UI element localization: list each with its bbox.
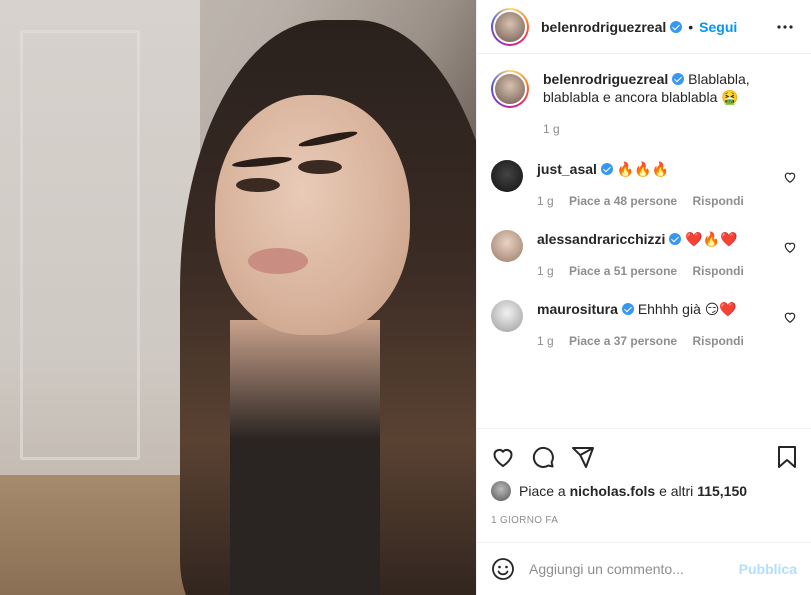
reply-button[interactable]: Rispondi (692, 334, 743, 348)
comment-heart-icon[interactable] (783, 240, 797, 254)
comment-time[interactable]: 1 g (537, 264, 554, 278)
liker-avatar[interactable] (491, 481, 511, 501)
action-bar (491, 437, 797, 477)
verified-icon (672, 73, 685, 85)
comment-time[interactable]: 1 g (537, 194, 554, 208)
comment-input[interactable] (529, 561, 739, 577)
comment-likes[interactable]: Piace a 51 persone (569, 264, 677, 278)
comment-item: maurositura Ehhhh già 😏❤️ 1 g Piace a 37… (491, 300, 797, 350)
post-side-panel: belenrodriguezreal • Segui belenrodrigue… (476, 0, 811, 595)
likes-count[interactable]: 115,150 (697, 483, 747, 499)
verified-icon (669, 233, 682, 245)
post-photo[interactable] (0, 0, 476, 595)
likes-summary: Piace a nicholas.fols e altri 115,150 (491, 481, 797, 501)
comment-time[interactable]: 1 g (537, 334, 554, 348)
comment-icon[interactable] (531, 437, 571, 477)
post-caption: belenrodriguezreal Blablabla, blablabla … (491, 70, 797, 138)
likes-middle: e altri (659, 483, 694, 499)
bookmark-icon[interactable] (757, 437, 797, 477)
comment-username[interactable]: maurositura (537, 301, 618, 317)
comment-text: 🔥🔥🔥 (616, 161, 670, 177)
photo-floor (0, 475, 200, 595)
comment-username[interactable]: alessandraricchizzi (537, 231, 665, 247)
verified-icon (670, 20, 683, 33)
comment-text: ❤️🔥❤️ (685, 231, 738, 247)
reply-button[interactable]: Rispondi (692, 194, 743, 208)
emoji-icon[interactable] (491, 557, 515, 581)
comment-heart-icon[interactable] (783, 170, 797, 184)
comment-likes[interactable]: Piace a 37 persone (569, 334, 677, 348)
caption-username[interactable]: belenrodriguezreal (543, 71, 668, 87)
commenter-avatar[interactable] (491, 230, 523, 262)
photo-neck (230, 320, 380, 595)
verified-icon (621, 303, 634, 315)
publish-button[interactable]: Pubblica (739, 561, 797, 577)
caption-time[interactable]: 1 g (543, 122, 560, 136)
author-avatar[interactable] (491, 70, 529, 108)
reply-button[interactable]: Rispondi (692, 264, 743, 278)
likes-prefix: Piace a (519, 483, 566, 499)
liker-username[interactable]: nicholas.fols (570, 483, 656, 499)
photo-door (20, 30, 140, 460)
comment-likes[interactable]: Piace a 48 persone (569, 194, 677, 208)
add-comment-bar: Pubblica (477, 542, 811, 595)
photo-face (215, 95, 410, 335)
author-avatar[interactable] (491, 7, 529, 46)
comments-list[interactable]: belenrodriguezreal Blablabla, blablabla … (477, 54, 811, 428)
photo-lips (248, 248, 308, 274)
comment-heart-icon[interactable] (783, 310, 797, 324)
commenter-avatar[interactable] (491, 300, 523, 332)
post-date[interactable]: 1 GIORNO FA (491, 515, 797, 526)
comment-item: alessandraricchizzi ❤️🔥❤️ 1 g Piace a 51… (491, 230, 797, 280)
comment-text: Ehhhh già 😏❤️ (637, 301, 737, 317)
more-icon[interactable] (773, 15, 797, 39)
post-header: belenrodriguezreal • Segui (477, 0, 811, 54)
commenter-avatar[interactable] (491, 160, 523, 192)
heart-icon[interactable] (491, 437, 531, 477)
post-dialog: belenrodriguezreal • Segui belenrodrigue… (0, 0, 811, 595)
photo-eye (236, 178, 280, 192)
comment-item: just_asal 🔥🔥🔥 1 g Piace a 48 persone Ris… (491, 160, 797, 210)
share-icon[interactable] (571, 437, 611, 477)
separator-dot: • (688, 18, 694, 35)
verified-icon (600, 163, 613, 175)
comment-username[interactable]: just_asal (537, 161, 597, 177)
author-username[interactable]: belenrodriguezreal (541, 19, 666, 35)
follow-button[interactable]: Segui (699, 19, 737, 35)
photo-eye (298, 160, 342, 174)
